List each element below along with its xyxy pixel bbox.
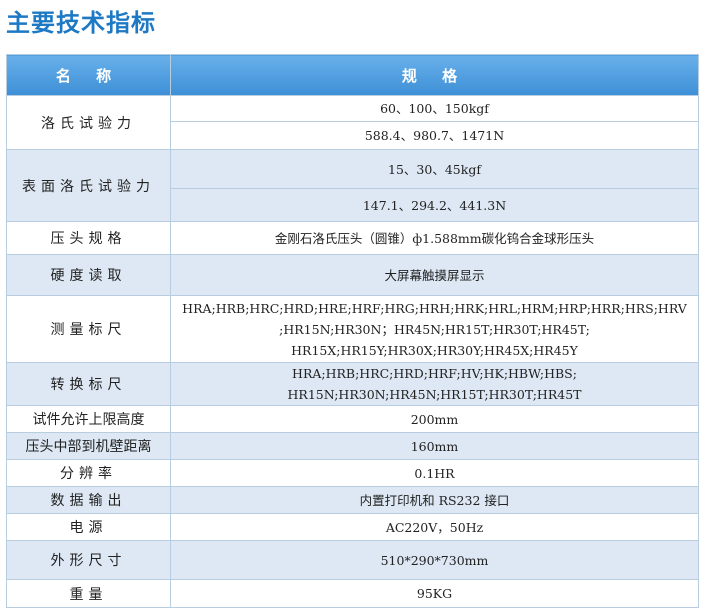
table-row: 外形尺寸 510*290*730mm [6, 540, 699, 580]
row-value: 95KG [170, 579, 699, 608]
row-name: 分辨率 [6, 459, 171, 487]
table-row: 表面洛氏试验力 15、30、45kgf [6, 149, 699, 222]
value-line: HR15N;HR30N;HR45N;HR15T;HR30T;HR45T [287, 387, 582, 402]
row-value: 大屏幕触摸屏显示 [170, 254, 699, 296]
row-name: 试件允许上限高度 [6, 405, 171, 433]
row-value: 200mm [170, 405, 699, 433]
value-line: ;HR15N;HR30N；HR45N;HR15T;HR30T;HR45T; [279, 321, 590, 337]
row-value: HRA;HRB;HRC;HRD;HRF;HV;HK;HBW;HBS; HR15N… [170, 362, 699, 406]
row-name: 重量 [6, 579, 171, 608]
row-value: 510*290*730mm [170, 540, 699, 580]
row-name: 电源 [6, 513, 171, 541]
row-name: 压头规格 [6, 221, 171, 255]
row-value: 内置打印机和 RS232 接口 [170, 486, 699, 514]
table-row: 压头中部到机壁距离 160mm [6, 432, 699, 460]
row-value: 588.4、980.7、1471N [170, 121, 699, 150]
row-value: 60、100、150kgf [170, 95, 699, 122]
value-line: HRA;HRB;HRC;HRD;HRE;HRF;HRG;HRH;HRK;HRL;… [182, 300, 687, 316]
value-line: HRA;HRB;HRC;HRD;HRF;HV;HK;HBW;HBS; [292, 366, 577, 381]
table-row: 数据输出 内置打印机和 RS232 接口 [6, 486, 699, 514]
table-row: 压头规格 金刚石洛氏压头（圆锥）ф1.588mm碳化钨合金球形压头 [6, 221, 699, 255]
row-value: HRA;HRB;HRC;HRD;HRE;HRF;HRG;HRH;HRK;HRL;… [170, 295, 699, 363]
row-name: 外形尺寸 [6, 540, 171, 580]
row-value: 147.1、294.2、441.3N [170, 188, 699, 222]
table-row: 测量标尺 HRA;HRB;HRC;HRD;HRE;HRF;HRG;HRH;HRK… [6, 295, 699, 363]
value-line: HR15X;HR15Y;HR30X;HR30Y;HR45X;HR45Y [291, 342, 578, 358]
header-name: 名 称 [6, 54, 171, 96]
page-title: 主要技术指标 [6, 9, 156, 37]
row-value: 金刚石洛氏压头（圆锥）ф1.588mm碳化钨合金球形压头 [170, 221, 699, 255]
row-name: 压头中部到机壁距离 [6, 432, 171, 460]
row-name: 数据输出 [6, 486, 171, 514]
row-name: 测量标尺 [6, 295, 171, 363]
table-row: 电源 AC220V，50Hz [6, 513, 699, 541]
spec-table: 名 称 规 格 洛氏试验力 60、100、150kgf 588.4、980.7、… [6, 54, 699, 608]
table-row: 硬度读取 大屏幕触摸屏显示 [6, 254, 699, 296]
row-value: 15、30、45kgf [170, 149, 699, 189]
row-name: 转换标尺 [6, 362, 171, 406]
row-name: 洛氏试验力 [6, 95, 171, 150]
header-spec: 规 格 [170, 54, 699, 96]
table-row: 试件允许上限高度 200mm [6, 405, 699, 433]
row-value: 0.1HR [170, 459, 699, 487]
row-name: 硬度读取 [6, 254, 171, 296]
row-value: AC220V，50Hz [170, 513, 699, 541]
table-row: 洛氏试验力 60、100、150kgf [6, 95, 699, 150]
table-row: 转换标尺 HRA;HRB;HRC;HRD;HRF;HV;HK;HBW;HBS; … [6, 362, 699, 406]
table-header-row: 名 称 规 格 [6, 54, 699, 96]
table-row: 分辨率 0.1HR [6, 459, 699, 487]
table-row: 重量 95KG [6, 579, 699, 608]
row-value: 160mm [170, 432, 699, 460]
row-name: 表面洛氏试验力 [6, 149, 171, 222]
